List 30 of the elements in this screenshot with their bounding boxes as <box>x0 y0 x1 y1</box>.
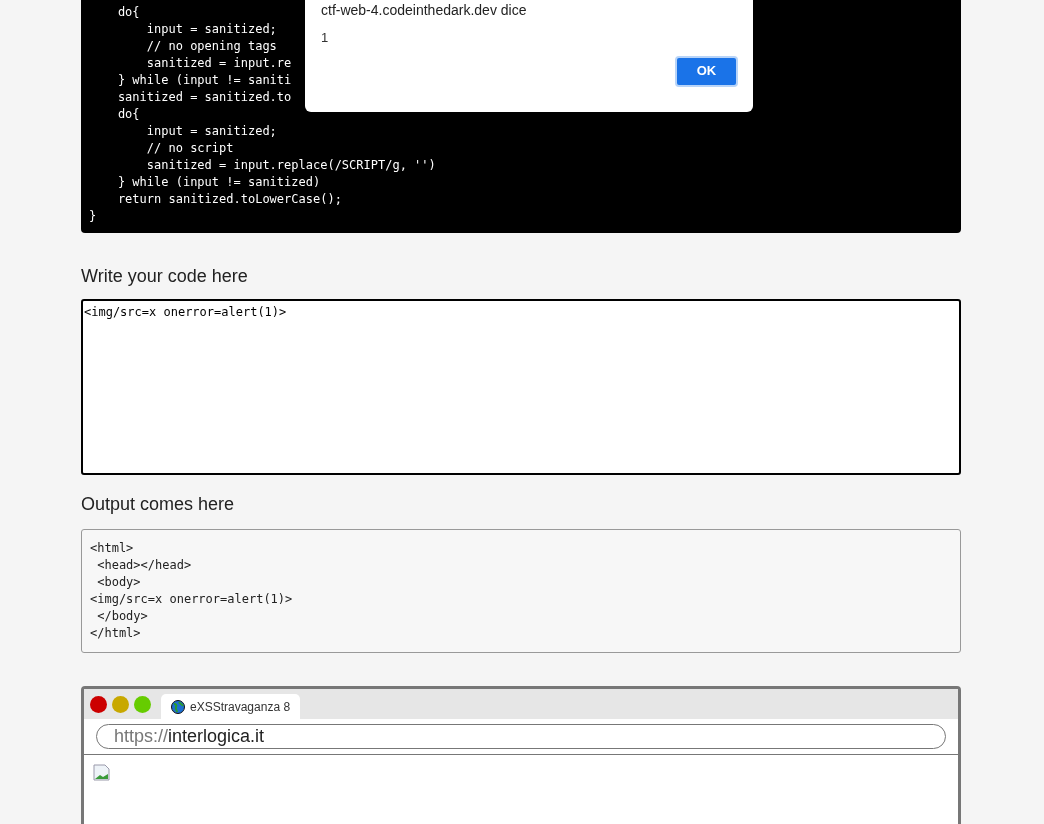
code-line: input = sanitized; <box>145 21 277 38</box>
code-line: sanitized = sanitized.to <box>116 89 292 106</box>
output-line: <img/src=x onerror=alert(1)> <box>90 591 293 608</box>
dialog-title: ctf-web-4.codeinthedark.dev dice <box>321 1 527 20</box>
globe-icon <box>171 699 185 714</box>
code-line: // no opening tags <box>145 38 277 55</box>
url-scheme: https:// <box>114 725 169 748</box>
code-line: sanitized = input.re <box>145 55 292 72</box>
code-line: do{ <box>116 106 140 123</box>
code-line: } while (input != saniti <box>116 72 292 89</box>
code-line: input = sanitized; <box>145 123 277 140</box>
code-line: sanitized = input.replace(/SCRIPT/g, '') <box>145 157 436 174</box>
section-heading: Write your code here <box>81 265 248 287</box>
section-heading: Output comes here <box>81 493 235 515</box>
code-line: return sanitized.toLowerCase(); <box>116 191 342 208</box>
output-line: <html> <box>90 540 134 557</box>
output-line: </html> <box>90 625 141 642</box>
code-input-field[interactable]: <img/src=x onerror=alert(1)> <box>81 299 961 475</box>
code-line: } while (input != sanitized) <box>116 174 321 191</box>
ok-button[interactable]: OK <box>675 55 738 87</box>
output-line: <head></head> <box>96 557 192 574</box>
code-line: } <box>89 208 97 225</box>
code-line: do{ <box>116 4 140 21</box>
code-line: // no script <box>145 140 234 157</box>
url-host: interlogica.it <box>168 725 265 748</box>
broken-image-icon <box>93 764 110 781</box>
output-line: <body> <box>96 574 141 591</box>
dialog-message: 1 <box>321 29 329 47</box>
output-line: </body> <box>96 608 148 625</box>
browser-tab[interactable]: eXSStravaganza 8 <box>161 694 301 719</box>
